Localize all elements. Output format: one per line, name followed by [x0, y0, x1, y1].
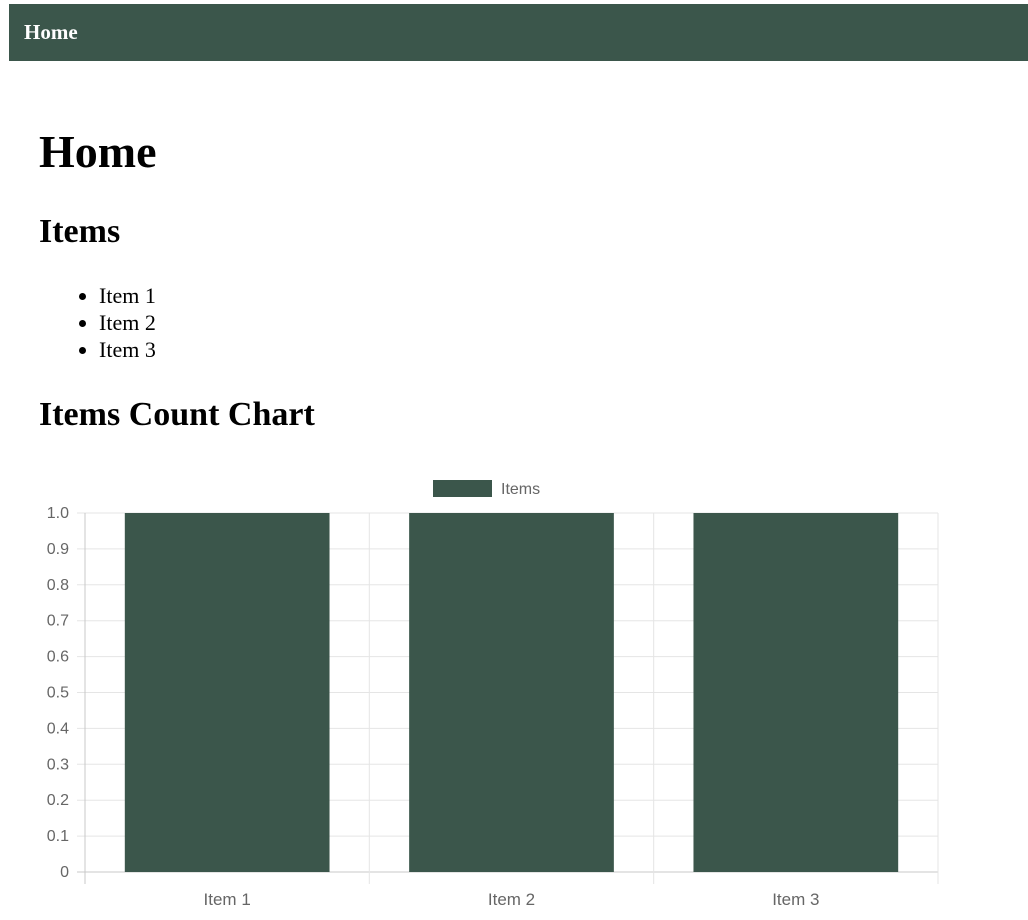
y-tick-label: 0.9	[47, 541, 69, 558]
y-tick-label: 0.8	[47, 577, 69, 594]
chart-bar	[409, 513, 614, 872]
list-item: Item 1	[99, 282, 156, 309]
legend-label: Items	[501, 481, 540, 498]
legend-swatch	[433, 480, 492, 497]
chart-heading: Items Count Chart	[39, 396, 315, 433]
y-tick-label: 0.3	[47, 756, 69, 773]
nav-home-link[interactable]: Home	[24, 19, 78, 45]
chart-canvas: 0 0.1 0.2 0.3 0.4 0.5 0.6 0.7 0.8 0.9 1.0 Item 1 Ite…	[47, 480, 939, 909]
x-tick-label: Item 1	[204, 890, 251, 909]
chart-bar	[693, 513, 899, 872]
x-tick-label: Item 2	[488, 890, 535, 909]
navbar: Home	[9, 4, 1028, 61]
items-heading: Items	[39, 213, 121, 250]
y-tick-label: 0.4	[47, 720, 69, 737]
items-list: Item 1 Item 2 Item 3	[59, 282, 156, 363]
y-tick-label: 0.2	[47, 792, 69, 809]
items-count-chart: 0 0.1 0.2 0.3 0.4 0.5 0.6 0.7 0.8 0.9 1.0 Item 1 Ite…	[0, 470, 1028, 920]
y-tick-label: 0.5	[47, 685, 69, 702]
x-tick-label: Item 3	[772, 890, 819, 909]
list-item: Item 2	[99, 309, 156, 336]
y-tick-label: 0.6	[47, 649, 69, 666]
list-item: Item 3	[99, 336, 156, 363]
chart-bar	[124, 513, 330, 872]
y-tick-label: 0.1	[47, 828, 69, 845]
y-tick-label: 0	[60, 864, 69, 881]
y-tick-label: 1.0	[47, 505, 69, 522]
page-title: Home	[39, 126, 157, 177]
y-tick-label: 0.7	[47, 613, 69, 630]
